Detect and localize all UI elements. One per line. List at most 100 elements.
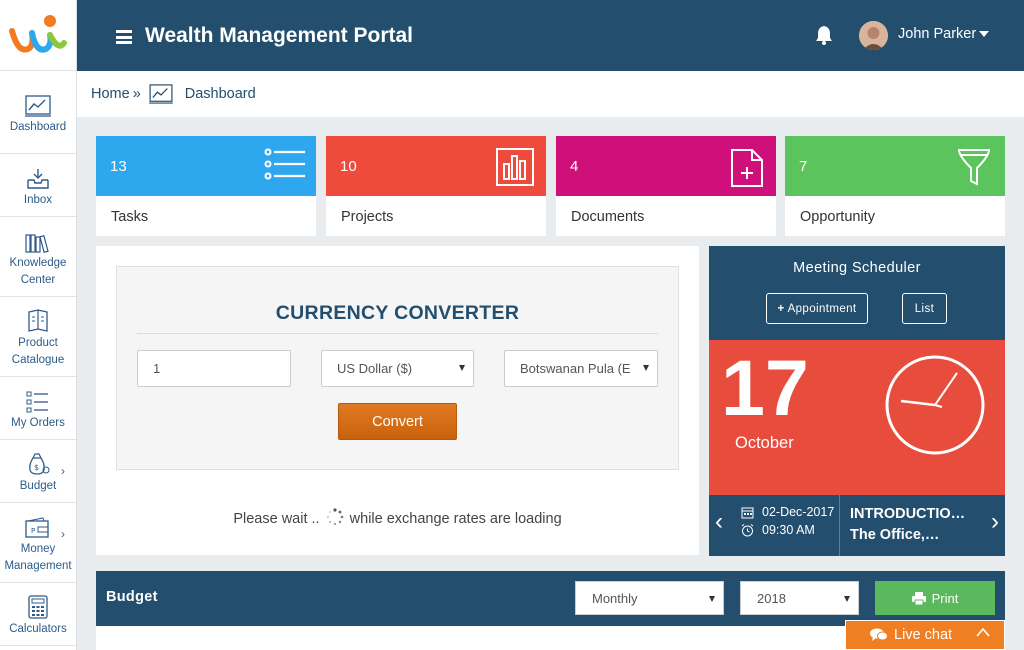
- card-count: 13: [110, 158, 127, 175]
- chevron-up-icon: [976, 627, 990, 637]
- meeting-event-date: 02-Dec-2017: [762, 505, 835, 519]
- sidebar: Dashboard Inbox Knowledge Center Product C…: [0, 0, 77, 650]
- sidebar-item-my-orders[interactable]: My Orders: [0, 377, 76, 440]
- card-header: 7: [785, 136, 1005, 196]
- budget-title: Budget: [106, 589, 158, 605]
- to-currency-value: Botswanan Pula (E: [520, 361, 631, 376]
- dropdown-arrow-icon: [459, 365, 465, 371]
- user-avatar[interactable]: [859, 21, 888, 50]
- app-logo[interactable]: [0, 0, 76, 71]
- from-currency-select[interactable]: US Dollar ($): [321, 350, 474, 387]
- card-header: 13: [96, 136, 316, 196]
- menu-toggle-icon[interactable]: [116, 30, 132, 44]
- card-count: 7: [799, 158, 808, 175]
- year-select[interactable]: 2018: [740, 581, 859, 615]
- wallet-icon: P: [25, 511, 51, 539]
- period-value: Monthly: [592, 590, 638, 606]
- funnel-icon: [957, 148, 991, 191]
- breadcrumb-home-link[interactable]: Home: [91, 86, 130, 102]
- sidebar-item-inbox[interactable]: Inbox: [0, 154, 76, 217]
- divider: [839, 495, 840, 556]
- print-button[interactable]: Print: [875, 581, 995, 615]
- card-projects[interactable]: 10 Projects: [326, 136, 546, 236]
- sidebar-item-label: Inbox: [23, 193, 53, 206]
- dashboard-chart-icon: [25, 89, 51, 117]
- svg-text:P: P: [31, 527, 35, 535]
- loading-spinner-icon: [326, 508, 344, 530]
- card-label: Tasks: [111, 209, 149, 225]
- loading-text-before: Please wait ..: [233, 511, 320, 527]
- card-tasks[interactable]: 13 Tasks: [96, 136, 316, 236]
- card-opportunity[interactable]: 7 Opportunity: [785, 136, 1005, 236]
- chevron-right-icon: ›: [61, 527, 65, 541]
- live-chat-label: Live chat: [894, 627, 953, 643]
- card-documents[interactable]: 4 Documents: [556, 136, 776, 236]
- card-count: 4: [570, 158, 579, 175]
- add-appointment-button[interactable]: + Appointment: [766, 293, 868, 324]
- logo-icon: [9, 15, 67, 53]
- period-select[interactable]: Monthly: [575, 581, 724, 615]
- to-currency-select[interactable]: Botswanan Pula (E: [504, 350, 658, 387]
- dropdown-arrow-icon: [709, 596, 715, 602]
- live-chat-button[interactable]: Live chat: [845, 620, 1005, 650]
- list-button[interactable]: List: [902, 293, 947, 324]
- budget-panel-header: Budget Monthly 2018 Print: [96, 571, 1005, 626]
- amount-input[interactable]: 1: [137, 350, 291, 387]
- sidebar-item-label: Dashboard: [9, 120, 67, 133]
- card-label: Documents: [571, 209, 645, 225]
- caret-down-icon: [979, 31, 990, 38]
- bar-chart-icon: [496, 148, 534, 191]
- meeting-month: October: [735, 434, 794, 452]
- user-menu[interactable]: John Parker: [898, 26, 990, 42]
- meeting-event-info[interactable]: INTRODUCTIO… The Office,…: [850, 504, 965, 546]
- meeting-date-panel: 17 October: [709, 340, 1005, 495]
- convert-button[interactable]: Convert: [338, 403, 457, 440]
- plus-icon: +: [777, 302, 785, 315]
- dropdown-arrow-icon: [643, 365, 649, 371]
- books-icon: [25, 225, 51, 253]
- alarm-clock-icon: [741, 523, 754, 536]
- top-header: Wealth Management Portal John Parker: [77, 0, 1024, 71]
- printer-icon: [911, 591, 926, 605]
- sidebar-item-dashboard[interactable]: Dashboard: [0, 71, 76, 154]
- orders-list-icon: [26, 385, 50, 413]
- loading-text-after: while exchange rates are loading: [349, 511, 562, 527]
- meeting-scheduler: Meeting Scheduler + Appointment List 17 O…: [709, 246, 1005, 556]
- sidebar-item-money-management[interactable]: P Money Management ›: [0, 503, 76, 583]
- sidebar-item-label: Money Management: [4, 542, 72, 572]
- card-header: 4: [556, 136, 776, 196]
- chevron-left-icon[interactable]: ‹: [715, 510, 723, 534]
- sidebar-item-label: My Orders: [11, 416, 65, 429]
- card-label: Opportunity: [800, 209, 875, 225]
- meeting-event-time: 09:30 AM: [762, 523, 815, 537]
- breadcrumb: Home » Dashboard: [77, 71, 1024, 117]
- sidebar-item-label: Calculators: [9, 622, 67, 635]
- meeting-scheduler-header: Meeting Scheduler + Appointment List: [709, 246, 1005, 340]
- clock-icon: [884, 354, 986, 461]
- meeting-scheduler-title: Meeting Scheduler: [793, 260, 921, 276]
- money-bag-icon: $: [25, 448, 51, 476]
- meeting-day: 17: [721, 343, 809, 432]
- sidebar-item-calculators[interactable]: Calculators: [0, 583, 76, 646]
- breadcrumb-current: Dashboard: [184, 86, 256, 102]
- dashboard-chart-icon: [148, 84, 173, 104]
- meeting-event-bar: ‹ 02-Dec-2017 09:30 AM INTRODUCTIO… The …: [709, 495, 1005, 556]
- sidebar-item-label: Product Catalogue: [11, 336, 65, 366]
- meeting-event-title: INTRODUCTIO…: [850, 506, 966, 522]
- chevron-right-icon[interactable]: ›: [991, 510, 999, 534]
- notification-bell-icon[interactable]: [815, 25, 833, 50]
- chevron-right-icon: ›: [61, 464, 65, 478]
- sidebar-item-product-catalogue[interactable]: Product Catalogue: [0, 297, 76, 377]
- sidebar-item-label: Knowledge Center: [9, 256, 67, 286]
- meeting-event-location: The Office,…: [850, 527, 940, 543]
- sidebar-item-knowledge-center[interactable]: Knowledge Center: [0, 217, 76, 297]
- year-value: 2018: [757, 590, 786, 606]
- sidebar-item-label: Budget: [19, 479, 57, 492]
- inbox-icon: [26, 162, 50, 190]
- currency-converter-title: CURRENCY CONVERTER: [275, 302, 520, 324]
- card-count: 10: [340, 158, 357, 175]
- sidebar-item-budget[interactable]: $ Budget ›: [0, 440, 76, 503]
- currency-converter-panel: CURRENCY CONVERTER 1 US Dollar ($) Botsw…: [96, 246, 699, 555]
- document-add-icon: [730, 148, 764, 193]
- svg-text:$: $: [34, 463, 39, 472]
